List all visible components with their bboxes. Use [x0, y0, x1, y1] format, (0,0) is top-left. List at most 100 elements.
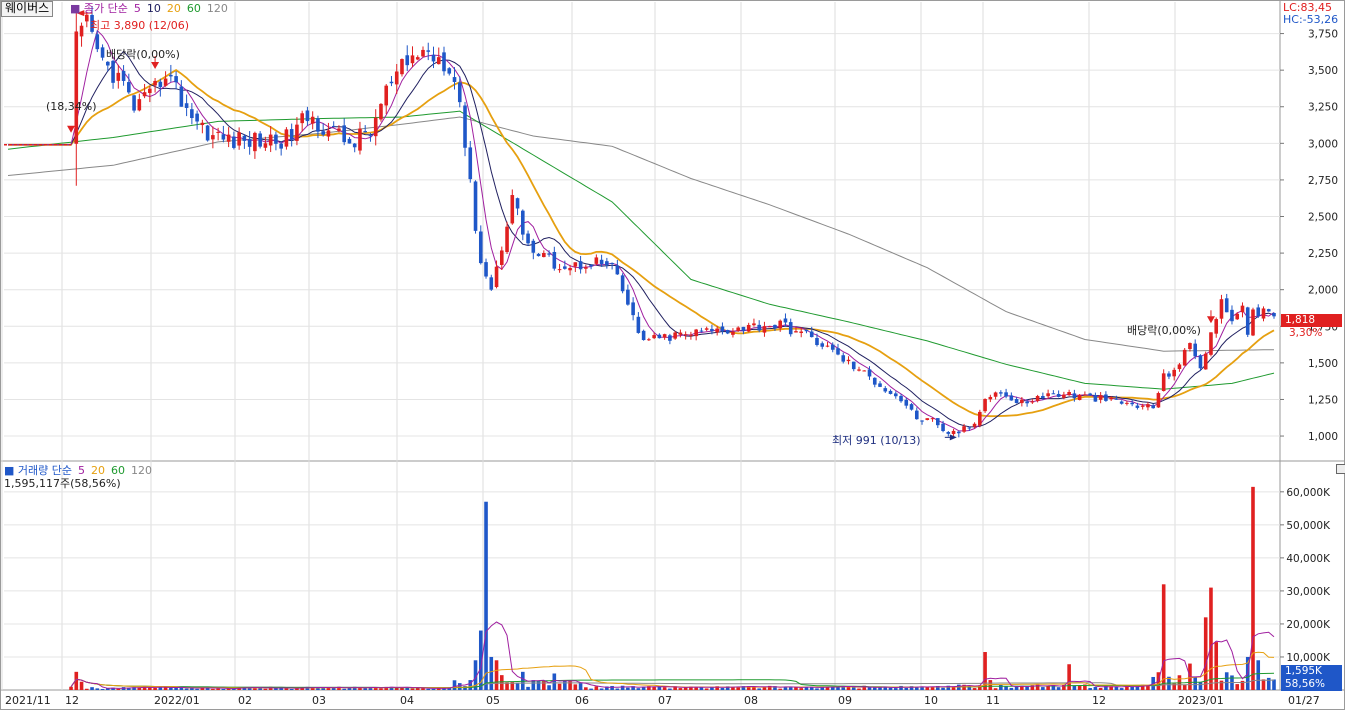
volume-bar	[169, 687, 173, 690]
candle-body	[394, 71, 399, 85]
candle-body	[736, 327, 740, 331]
candle-body	[1014, 399, 1019, 404]
candle-body	[505, 226, 509, 253]
candle-body	[883, 388, 888, 392]
chart-svg[interactable]: 2021/11 12 2022/01 02 03 04 05 06 07 08 09 10 11 12 20…	[0, 0, 1345, 710]
price-ma-legend: ■ 종가 단순 5 10 20 60 120	[70, 2, 234, 15]
candle-body	[1272, 313, 1276, 317]
legend-ma10: 10	[146, 2, 161, 15]
candle-body	[809, 331, 814, 338]
price-tick-label: 1,250	[1308, 394, 1338, 406]
candle-body	[216, 131, 220, 133]
current-volume-tag: 1,595K	[1281, 665, 1342, 678]
candle-body	[263, 143, 268, 148]
panel-close-icon[interactable]	[1336, 464, 1345, 474]
candle-body	[878, 383, 882, 387]
volume-bar	[799, 688, 804, 690]
candle-body	[1167, 373, 1171, 377]
candle-body	[626, 289, 630, 305]
high-annotation: 최고 3,890 (12/06)	[90, 19, 190, 32]
candle-body	[1098, 395, 1103, 400]
candle-body	[463, 105, 467, 148]
candle-body	[200, 122, 205, 126]
volume-bar	[872, 687, 877, 690]
candle-body	[1041, 395, 1045, 399]
volume-bar	[1198, 681, 1203, 690]
candle-body	[373, 117, 378, 137]
price-tick-label: 1,000	[1308, 431, 1338, 443]
candle-body	[946, 432, 951, 434]
candle-body	[1125, 402, 1129, 404]
candle-body	[274, 134, 278, 144]
candle-body	[920, 420, 924, 422]
volume-bar	[526, 686, 530, 690]
volume-tick-label: 30,000K	[1286, 586, 1331, 598]
stock-name-box[interactable]: 웨이버스	[1, 1, 54, 17]
dividend-annotation-1: 배당락(0,00%)	[106, 48, 180, 61]
candle-body	[936, 418, 940, 426]
volume-bar	[216, 688, 220, 690]
candle-body	[930, 418, 935, 420]
volume-bar	[993, 688, 998, 690]
volume-bar	[221, 688, 226, 690]
candle-body	[179, 86, 184, 107]
candle-body	[316, 118, 320, 132]
candle-body	[521, 210, 525, 235]
candle-body	[153, 80, 157, 86]
volume-bar	[431, 688, 436, 690]
candle-body	[331, 125, 336, 127]
volume-tick-label: 40,000K	[1286, 553, 1331, 565]
ma60-line	[7, 110, 1275, 390]
volume-tick-label: 20,000K	[1286, 619, 1331, 631]
candle-body	[563, 266, 567, 269]
candle-body	[552, 251, 557, 269]
candle-body	[1046, 393, 1050, 397]
candle-body	[1130, 402, 1134, 405]
volume-bar	[1182, 684, 1187, 690]
price-tick-label: 3,500	[1308, 65, 1338, 77]
volume-bar	[1261, 679, 1266, 690]
candle-body	[536, 253, 541, 257]
candle-body	[1193, 343, 1198, 357]
candle-body	[899, 395, 903, 402]
candle-body	[820, 343, 825, 347]
split-annotation: (18,34%)	[46, 100, 97, 113]
candle-body	[195, 113, 199, 122]
volume-tick-label: 50,000K	[1286, 520, 1331, 532]
volume-bar	[457, 683, 462, 690]
legend-label-price: 종가 단순	[83, 2, 128, 15]
candle-body	[1182, 349, 1187, 366]
candle-body	[888, 390, 893, 394]
legend-ma60: 60	[186, 2, 201, 15]
candle-body	[825, 345, 830, 347]
candle-body	[957, 431, 961, 434]
candle-body	[531, 240, 536, 253]
volume-bar	[678, 688, 683, 690]
candle-body	[867, 369, 872, 377]
candle-body	[426, 50, 431, 52]
candle-body	[352, 143, 357, 148]
candle-body	[184, 103, 189, 108]
candle-body	[499, 250, 504, 265]
candle-body	[904, 399, 909, 406]
stock-chart-area[interactable]: 2021/11 12 2022/01 02 03 04 05 06 07 08 09 10 11 12 20…	[0, 0, 1345, 710]
volume-ma60-line	[70, 672, 1275, 689]
candle-body	[74, 31, 79, 144]
candle-body	[127, 82, 131, 93]
candle-body	[1146, 404, 1150, 408]
x-tick-label: 2022/01	[154, 694, 200, 707]
volume-bar	[515, 682, 520, 690]
candle-body	[662, 334, 667, 338]
candle-body	[79, 25, 84, 37]
volume-bar	[636, 688, 641, 690]
price-tick-label: 3,250	[1308, 102, 1338, 114]
candle-body	[226, 134, 231, 142]
candle-body	[284, 129, 289, 147]
candle-body	[1261, 308, 1266, 319]
volume-bar	[720, 687, 725, 690]
candle-body	[1235, 313, 1240, 320]
candle-body	[909, 404, 914, 410]
candle-body	[337, 128, 341, 131]
legend-ma5: 5	[133, 2, 141, 15]
candle-body	[599, 259, 604, 265]
